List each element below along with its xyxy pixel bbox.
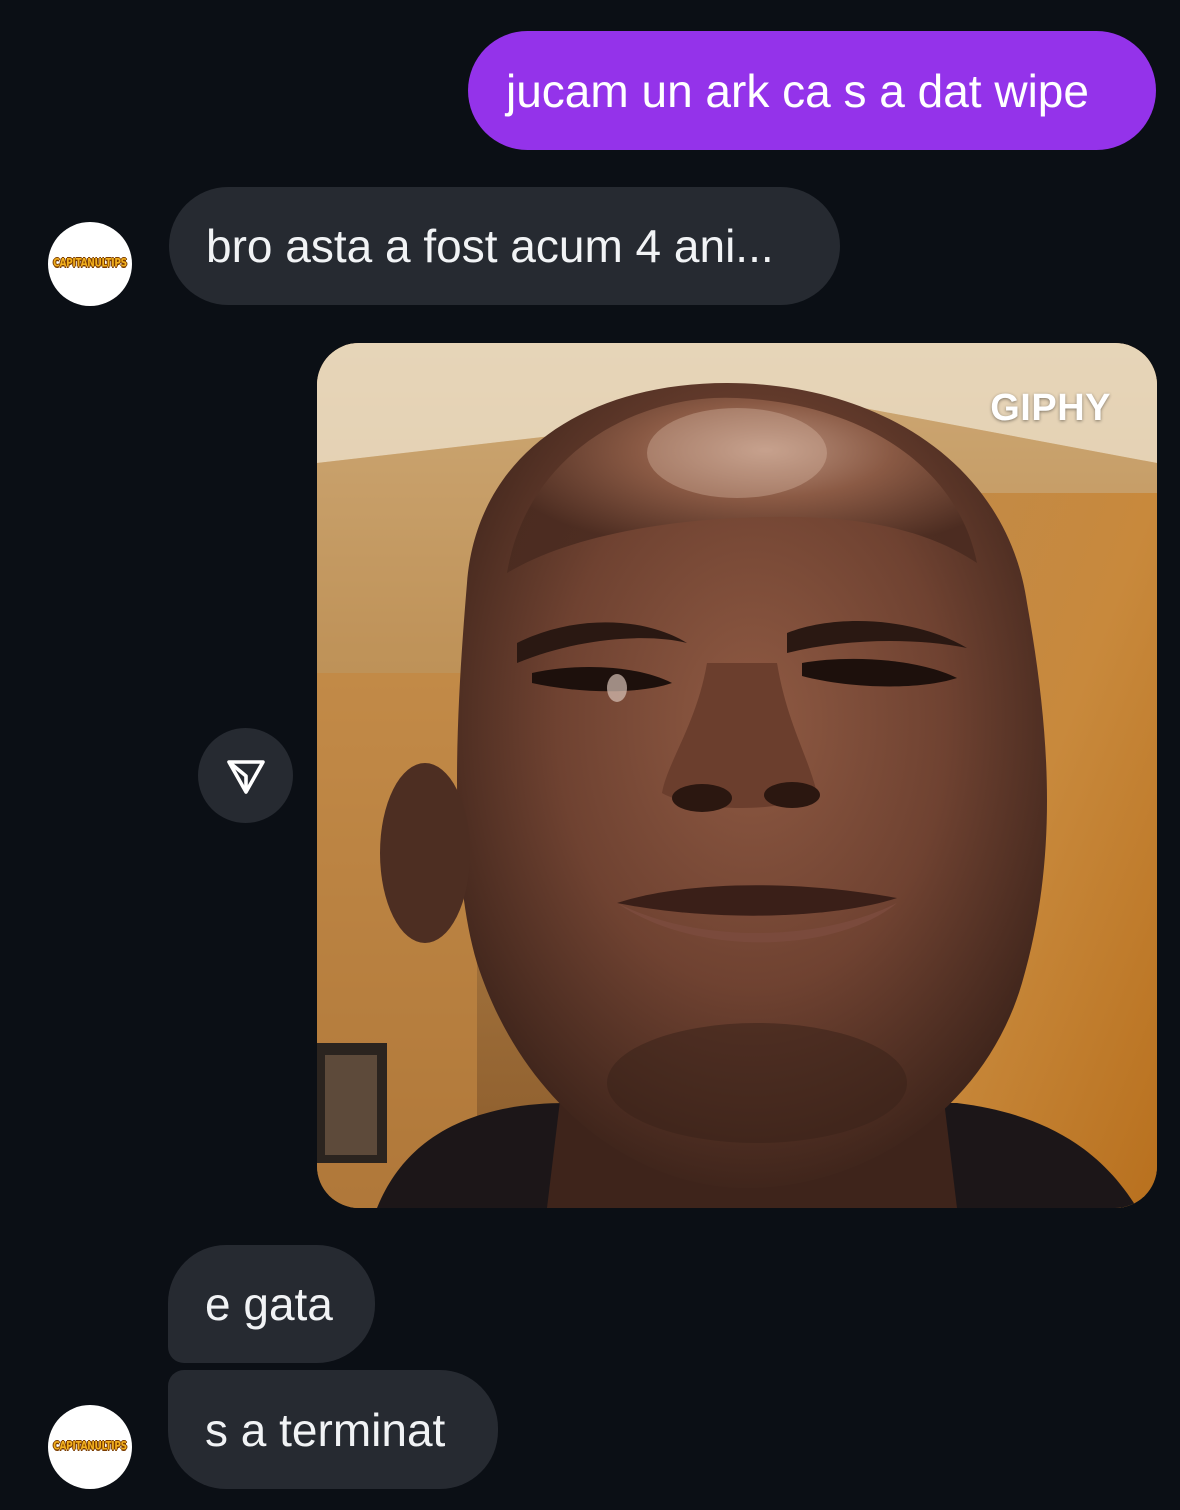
message-text: bro asta a fost acum 4 ani...	[206, 220, 774, 272]
avatar-logo-text: CAPITANULTIPS	[53, 1440, 127, 1454]
message-text: s a terminat	[205, 1403, 446, 1456]
incoming-message-bubble[interactable]: bro asta a fost acum 4 ani...	[169, 187, 840, 305]
incoming-message-bubble[interactable]: s a terminat	[168, 1370, 498, 1489]
send-share-icon	[226, 759, 265, 794]
message-text: jucam un ark ca s a dat wipe	[506, 64, 1089, 117]
gif-image	[317, 343, 1157, 1208]
outgoing-message-bubble[interactable]: jucam un ark ca s a dat wipe	[468, 31, 1156, 150]
message-text: e gata	[205, 1278, 333, 1330]
contact-avatar[interactable]: CAPITANULTIPS	[48, 1405, 132, 1489]
giphy-watermark: GIPHY	[990, 387, 1111, 429]
incoming-message-bubble[interactable]: e gata	[168, 1245, 375, 1363]
share-button[interactable]	[198, 728, 293, 823]
gif-message[interactable]: GIPHY	[317, 343, 1157, 1208]
avatar-logo-text: CAPITANULTIPS	[53, 257, 127, 271]
contact-avatar[interactable]: CAPITANULTIPS	[48, 222, 132, 306]
